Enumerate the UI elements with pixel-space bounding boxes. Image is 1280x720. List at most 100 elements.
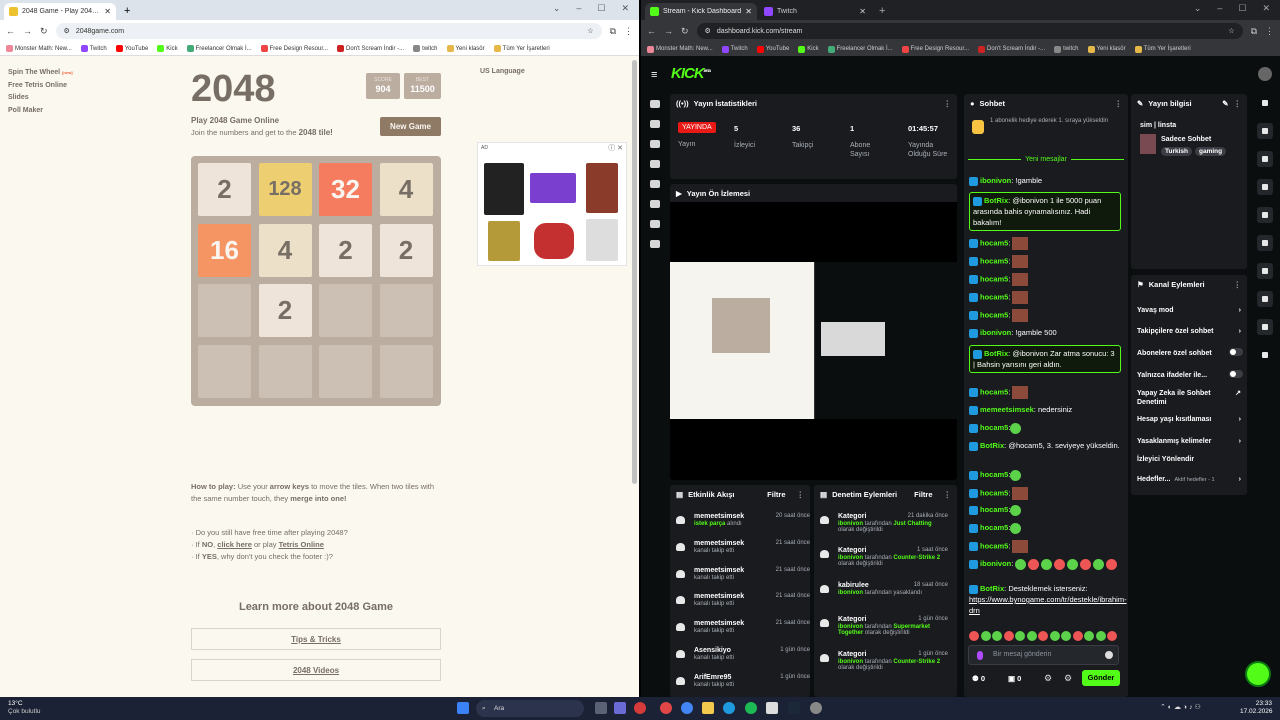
lightning-icon[interactable] [1257, 179, 1273, 195]
emote-picker-icon[interactable] [1026, 630, 1037, 641]
channel-action-row[interactable]: İzleyici Yönlendir [1137, 455, 1237, 464]
book2-product-image[interactable] [488, 221, 520, 261]
extensions-icon[interactable]: ⧉ [610, 26, 616, 37]
mod-filter-button[interactable]: Filtre [914, 490, 932, 499]
new-game-button[interactable]: New Game [380, 117, 441, 136]
chat-message[interactable]: memeetsimsek: nedersiniz [969, 404, 1121, 415]
side-link-spin-wheel[interactable]: Spin The Wheel [new] [8, 67, 73, 80]
bookmark-item[interactable]: Free Design Resour... [901, 45, 969, 53]
clip-icon[interactable] [1257, 151, 1273, 167]
menu-icon[interactable]: ⋮ [624, 26, 633, 37]
chat-message[interactable]: hocam5: [969, 540, 1121, 553]
mic-icon[interactable] [977, 651, 983, 660]
opera-icon[interactable] [634, 702, 646, 714]
new-tab-button[interactable]: + [873, 2, 891, 20]
close-icon[interactable]: ✕ [859, 7, 866, 16]
tag-chip[interactable]: gaming [1195, 147, 1227, 156]
bookmark-item[interactable]: Don't Scream İndir -... [337, 45, 404, 52]
settings-icon[interactable]: ⚙ [1064, 673, 1072, 684]
emote-picker-icon[interactable] [1049, 630, 1060, 641]
tips-button[interactable]: Tips & Tricks [191, 628, 441, 650]
channel-action-row[interactable]: Yavaş mod › [1137, 306, 1241, 315]
bookmark-item[interactable]: Twitch [721, 45, 748, 53]
chat-username[interactable]: hocam5 [980, 310, 1008, 319]
maximize-icon[interactable]: ☐ [1238, 3, 1246, 14]
bookmark-item[interactable]: Don't Scream İndir -... [978, 45, 1045, 53]
maximize-icon[interactable]: ☐ [597, 3, 605, 14]
reload-icon[interactable]: ↻ [40, 26, 48, 37]
chat-message[interactable]: hocam5: [969, 309, 1121, 322]
bookmark-item[interactable]: Freelancer Olmak İ... [186, 45, 252, 52]
chat-username[interactable]: hocam5 [980, 470, 1008, 479]
weather-widget[interactable]: 13°C Çok bulutlu [8, 700, 41, 716]
chat-username[interactable]: hocam5 [980, 292, 1008, 301]
chat-message[interactable]: hocam5: [969, 422, 1121, 434]
activity-item[interactable]: memeetsimsek kanalı takip etti 21 saat önc… [676, 620, 810, 634]
tablet-product-image[interactable] [530, 173, 576, 203]
bookmark-item[interactable]: Yeni klasör [446, 45, 485, 52]
click-here-link[interactable]: click here [217, 540, 252, 549]
bookmark-item[interactable]: twitch [413, 45, 438, 52]
more-icon[interactable]: ⋮ [1234, 99, 1242, 108]
channel-action-row[interactable]: Abonelere özel sohbet [1137, 348, 1243, 358]
emoji-icon[interactable] [1105, 651, 1113, 659]
videos-button[interactable]: 2048 Videos [191, 659, 441, 681]
address-bar[interactable]: ⚙ dashboard.kick.com/stream ☆ [696, 23, 1243, 39]
tetris-link[interactable]: Tetris Online [279, 540, 324, 549]
bookmark-item[interactable]: YouTube [115, 45, 148, 52]
chat-input[interactable]: Bir mesaj gönderin [968, 645, 1119, 665]
task-view-icon[interactable] [595, 702, 607, 714]
address-bar[interactable]: ⚙ 2048game.com ☆ [55, 23, 602, 39]
channel-action-row[interactable]: Takipçilere özel sohbet › [1137, 327, 1241, 336]
channel-action-row[interactable]: Yapay Zeka ile Sohbet Denetimi ↗ [1137, 389, 1241, 407]
notes-icon[interactable] [766, 702, 778, 714]
chat-username[interactable]: memeetsimsek [980, 405, 1034, 414]
emote-picker-icon[interactable] [1107, 630, 1117, 641]
edit-icon[interactable] [1257, 123, 1273, 139]
emote-picker-icon[interactable] [1003, 630, 1014, 641]
emote-picker-icon[interactable] [1061, 630, 1071, 641]
download-icon[interactable] [650, 240, 660, 248]
chat-message[interactable]: hocam5: [969, 255, 1121, 268]
emote-picker-icon[interactable] [1038, 630, 1048, 641]
chat-username[interactable]: hocam5 [980, 488, 1008, 497]
mod-item[interactable]: Kategori ibonivon tarafından Just Chattin… [820, 513, 948, 533]
chat-message[interactable]: ibonivon: !gamble [969, 175, 1121, 186]
activity-item[interactable]: Asensikiyo kanalı takip etti 1 gün önce [676, 647, 810, 661]
tab-kick[interactable]: Stream - Kick Dashboard ✕ [645, 3, 757, 20]
channel-action-row[interactable]: Hedefler... › Aktif hedefler - 1 [1137, 475, 1241, 485]
chat-username[interactable]: BotRix [980, 441, 1004, 450]
chat-message[interactable]: hocam5: [969, 522, 1121, 534]
emote-picker-icon[interactable] [980, 630, 991, 641]
bookmark-item[interactable]: twitch [1054, 45, 1079, 53]
chat-message[interactable]: BotRix: Desteklemek isterseniz: https://w… [969, 583, 1127, 616]
language-selector[interactable]: US Language [480, 68, 525, 75]
chat-icon[interactable] [650, 180, 660, 188]
users-icon[interactable] [650, 140, 660, 148]
bookmark-item[interactable]: Tüm Yer İşaretleri [493, 45, 550, 52]
toggle-switch[interactable] [1229, 370, 1243, 378]
bookmark-star-icon[interactable]: ☆ [587, 27, 593, 35]
steam-icon[interactable] [788, 702, 800, 714]
send-button[interactable]: Gönder [1082, 670, 1120, 686]
scrollbar[interactable] [632, 60, 637, 484]
tag-chip[interactable]: Turkish [1161, 147, 1192, 156]
emote-picker-icon[interactable] [1095, 630, 1106, 641]
chat-message[interactable]: hocam5: [969, 291, 1121, 304]
emote-picker-icon[interactable] [992, 630, 1002, 641]
emote-picker-icon[interactable] [1072, 630, 1083, 641]
support-link[interactable]: https://www.bynogame.com/tr/destekle/ibr… [969, 595, 1127, 615]
bookmark-item[interactable]: Monster Math: New... [647, 45, 713, 53]
hamburger-icon[interactable]: ≡ [651, 69, 657, 81]
minimize-icon[interactable]: – [1217, 3, 1222, 14]
link-icon[interactable] [650, 120, 660, 128]
chat-username[interactable]: BotRix [984, 349, 1008, 358]
note-icon[interactable] [1257, 207, 1273, 223]
chat-message[interactable]: BotRix: @ibonivon Zar atma sonucu: 3 | B… [969, 345, 1121, 373]
close-icon[interactable]: ✕ [745, 7, 752, 16]
new-tab-button[interactable]: + [118, 2, 136, 20]
game-board[interactable]: 2 128 32 4 16 4 2 2 2 [191, 156, 441, 406]
tab-search-icon[interactable]: ⌄ [1194, 3, 1202, 14]
more-icon[interactable]: ⋮ [797, 490, 805, 499]
chat-username[interactable]: hocam5 [980, 238, 1008, 247]
